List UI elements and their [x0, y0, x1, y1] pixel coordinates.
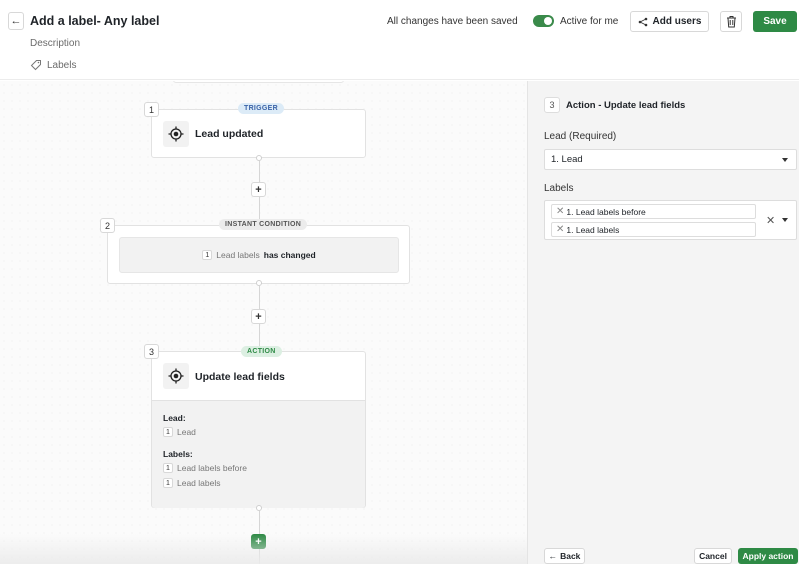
cancel-button[interactable]: Cancel [694, 548, 732, 564]
remove-chip-icon[interactable]: ✕ [556, 206, 564, 217]
lead-select[interactable]: 1. Lead [544, 149, 797, 170]
ref-number: 1 [163, 463, 173, 473]
labels-link-text: Labels [47, 59, 77, 71]
arrow-left-icon: ← [548, 551, 558, 561]
step-settings-panel: 3 Action - Update lead fields Lead (Requ… [527, 81, 799, 564]
action-title: Update lead fields [195, 371, 285, 383]
labels-link[interactable]: Labels [30, 59, 76, 71]
condition-operator: has changed [263, 250, 316, 260]
trigger-icon-box [163, 121, 189, 147]
lead-item-text: Lead [177, 427, 196, 437]
lead-field-label: Lead (Required) [544, 131, 617, 142]
back-button[interactable]: ← [8, 12, 24, 30]
step-number: 2 [100, 218, 115, 233]
ghost-card [173, 81, 344, 83]
canvas-fade [0, 534, 527, 564]
arrow-left-icon: ← [10, 15, 22, 27]
tag-icon [30, 60, 41, 71]
labels-item-text: Lead labels before [177, 463, 247, 473]
step-number: 1 [144, 102, 159, 117]
add-users-label: Add users [652, 16, 702, 27]
action-card[interactable]: Update lead fields Lead: 1 Lead Labels: … [151, 351, 366, 508]
label-chip-text: 1. Lead labels [566, 224, 620, 235]
target-icon [168, 126, 184, 142]
trigger-card[interactable]: Lead updated [151, 109, 366, 158]
trash-icon [726, 16, 736, 28]
back-step-button[interactable]: ← Back [544, 548, 585, 564]
caret-down-icon [782, 157, 788, 162]
ref-number: 1 [163, 478, 173, 488]
save-status: All changes have been saved [387, 16, 518, 27]
header: ← Add a label- Any label Description Lab… [0, 0, 799, 80]
condition-badge: INSTANT CONDITION [219, 219, 308, 230]
clear-all-icon[interactable]: ✕ [766, 214, 775, 227]
delete-button[interactable] [720, 11, 742, 32]
page-title: Add a label- Any label [30, 14, 160, 28]
action-details: Lead: 1 Lead Labels: 1 Lead labels befor… [152, 400, 365, 508]
active-toggle-label: Active for me [560, 16, 619, 27]
trigger-badge: TRIGGER [238, 103, 284, 114]
condition-card[interactable]: 1 Lead labels has changed [107, 225, 410, 284]
lead-item: 1 Lead [163, 427, 354, 437]
target-icon [168, 368, 184, 384]
labels-item-text: Lead labels [177, 478, 221, 488]
condition-row[interactable]: 1 Lead labels has changed [119, 237, 399, 273]
add-users-button[interactable]: Add users [630, 11, 709, 32]
share-icon [638, 17, 647, 26]
add-step-button[interactable]: + [251, 309, 266, 324]
labels-item: 1 Lead labels before [163, 463, 354, 473]
back-label: Back [560, 551, 581, 561]
panel-footer: ← Back Cancel Apply action [528, 543, 799, 564]
condition-field: Lead labels [216, 250, 260, 260]
panel-step-number: 3 [544, 97, 560, 113]
labels-multiselect[interactable]: ✕ 1. Lead labels before ✕ 1. Lead labels… [544, 200, 797, 240]
labels-item: 1 Lead labels [163, 478, 354, 488]
trigger-title: Lead updated [195, 128, 264, 140]
caret-down-icon[interactable] [782, 218, 788, 222]
step-number: 3 [144, 344, 159, 359]
active-toggle[interactable] [533, 15, 554, 27]
label-chip-text: 1. Lead labels before [566, 206, 646, 217]
lead-label: Lead: [163, 413, 186, 423]
labels-label: Labels: [163, 449, 193, 459]
workflow-canvas[interactable]: Lead updated 1 TRIGGER + 1 Lead labels h… [0, 81, 527, 564]
action-icon-box [163, 363, 189, 389]
ref-number: 1 [202, 250, 213, 260]
add-step-button[interactable]: + [251, 182, 266, 197]
label-chip[interactable]: ✕ 1. Lead labels before [551, 204, 756, 219]
remove-chip-icon[interactable]: ✕ [556, 224, 564, 235]
label-chip[interactable]: ✕ 1. Lead labels [551, 222, 756, 237]
lead-select-value: 1. Lead [551, 154, 583, 165]
panel-title: Action - Update lead fields [566, 100, 686, 111]
save-button[interactable]: Save [753, 11, 797, 32]
labels-field-label: Labels [544, 183, 574, 194]
action-badge: ACTION [241, 346, 282, 357]
description-field[interactable]: Description [30, 38, 80, 49]
apply-action-button[interactable]: Apply action [738, 548, 798, 564]
ref-number: 1 [163, 427, 173, 437]
